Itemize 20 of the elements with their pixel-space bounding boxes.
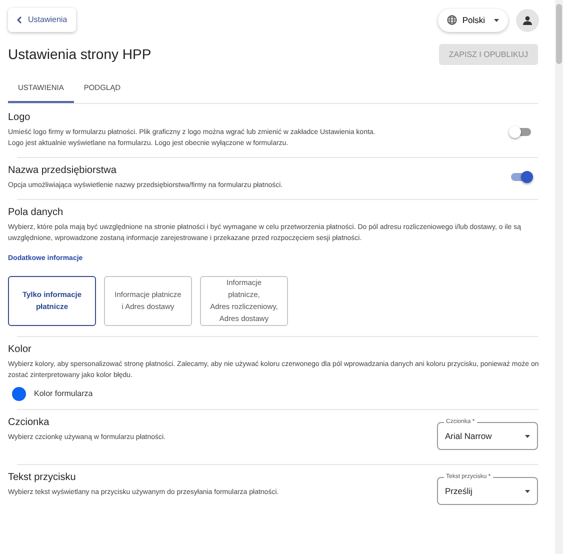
caret-icon (494, 18, 499, 22)
account-button[interactable] (516, 8, 539, 32)
chevron-left-icon (17, 16, 22, 24)
globe-icon (447, 15, 458, 25)
caret-icon (525, 434, 530, 438)
section-title: Kolor (8, 344, 32, 356)
section-title: Nazwa przedsiębiorstwa (8, 165, 118, 178)
color-swatch[interactable] (12, 387, 26, 402)
back-button[interactable]: Ustawienia (8, 8, 76, 32)
section-title: Pola danych (8, 207, 64, 220)
caret-icon (525, 490, 530, 493)
swatch-label: Kolor formularza (34, 388, 93, 400)
section-title: Czcionka (8, 417, 50, 430)
section-title: Tekst przycisku (8, 472, 77, 484)
person-icon (523, 16, 532, 24)
section-title: Logo (8, 112, 32, 124)
language-dropdown[interactable]: Polski (438, 8, 508, 32)
page-title: Ustawienia strony HPP (8, 46, 152, 63)
toggle-switch[interactable] (511, 128, 531, 136)
toggle-switch[interactable] (511, 173, 531, 182)
